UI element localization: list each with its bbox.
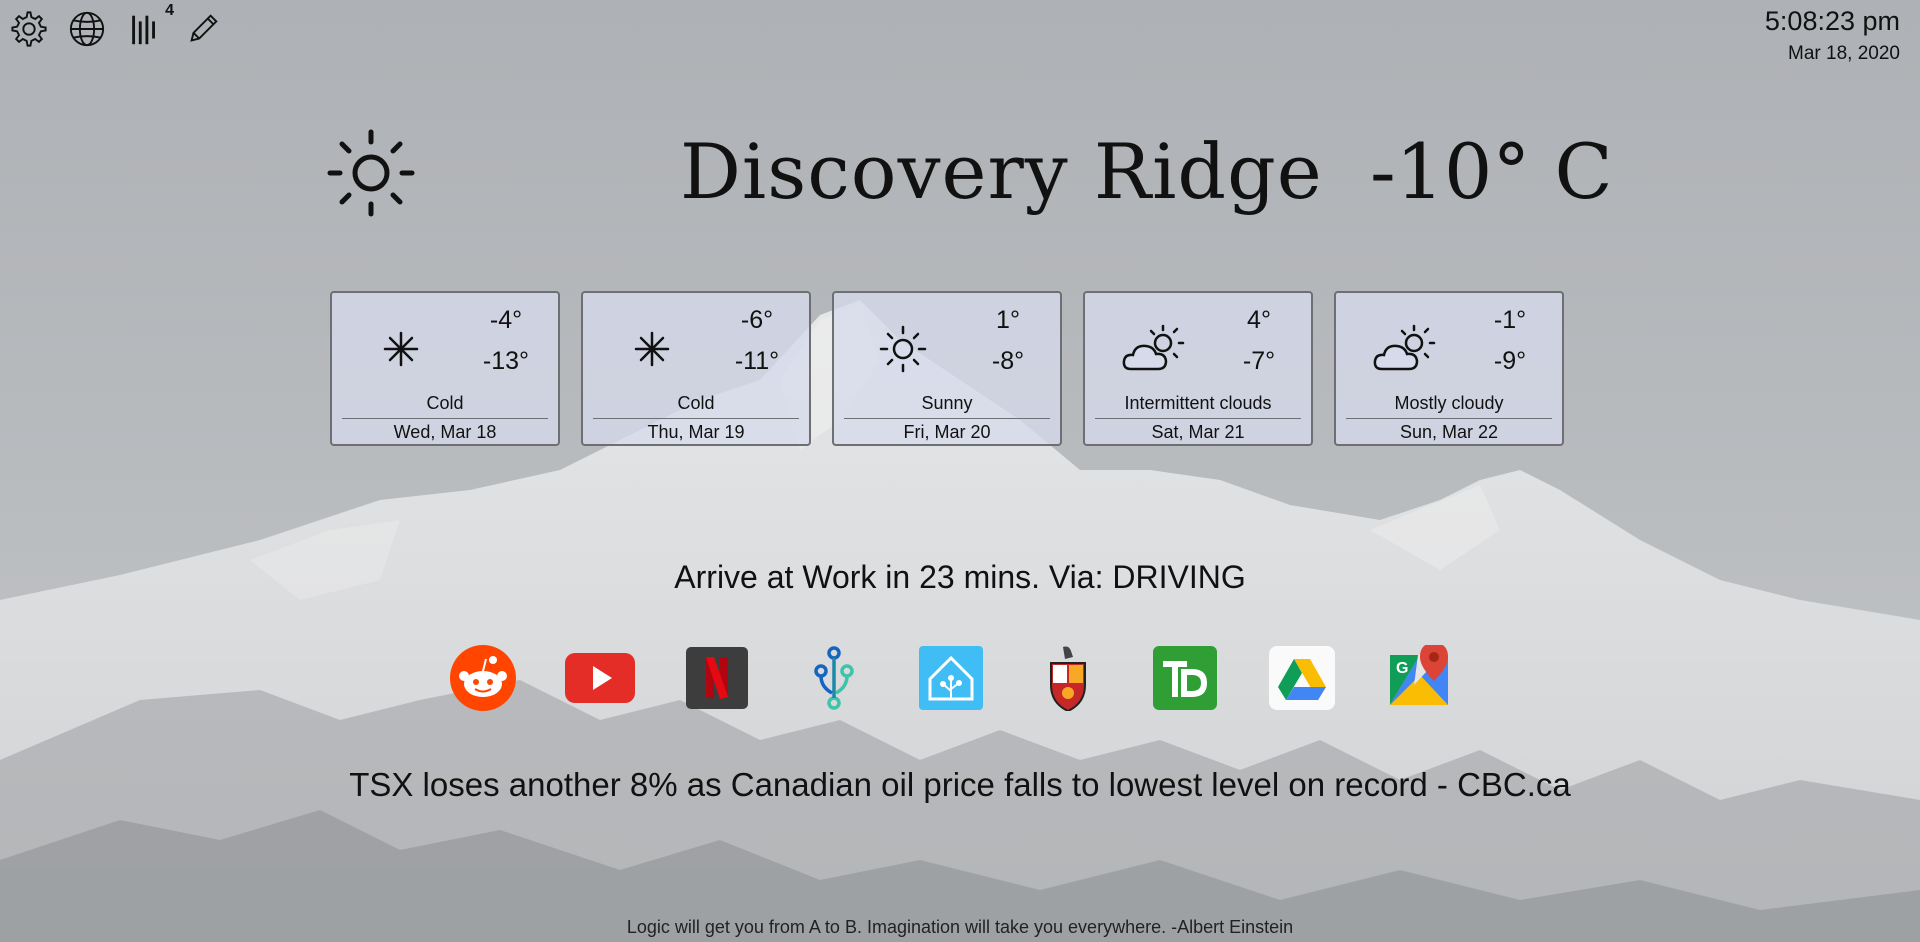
forecast-card[interactable]: -6° -11° Cold Thu, Mar 19 — [581, 291, 811, 446]
source-control-icon[interactable] — [799, 645, 869, 711]
forecast-high: 1° — [996, 306, 1020, 334]
forecast-card[interactable]: -4° -13° Cold Wed, Mar 18 — [330, 291, 560, 446]
forecast-condition: Intermittent clouds — [1095, 392, 1301, 419]
forecast-card[interactable]: 1° -8° Sunny Fri, Mar 20 — [832, 291, 1062, 446]
forecast-condition: Mostly cloudy — [1346, 392, 1552, 419]
commute-info: Arrive at Work in 23 mins. Via: DRIVING — [674, 559, 1246, 595]
google-maps-icon[interactable]: G — [1384, 645, 1454, 711]
forecast-condition: Sunny — [844, 392, 1050, 419]
clock-date: Mar 18, 2020 — [1788, 43, 1900, 64]
snowflake-icon — [383, 331, 419, 367]
forecast-low: -7° — [1242, 347, 1276, 375]
svg-text:G: G — [1396, 660, 1408, 677]
forecast-card[interactable]: 4° -7° Intermittent clouds Sat, Mar 21 — [1083, 291, 1313, 446]
home-assistant-icon[interactable] — [916, 645, 986, 711]
location-name: Discovery Ridge — [680, 127, 1323, 216]
forecast-row: -4° -13° Cold Wed, Mar 18 -6° -11° Cold … — [330, 291, 1564, 446]
shortcut-bar: G — [448, 645, 1454, 711]
forecast-day: Fri, Mar 20 — [903, 422, 991, 442]
quote-text: Logic will get you from A to B. Imaginat… — [626, 917, 1294, 937]
forecast-condition: Cold — [342, 392, 548, 419]
partly-cloudy-icon — [1122, 324, 1185, 371]
forecast-day: Sun, Mar 22 — [1399, 422, 1499, 442]
forecast-low: -8° — [991, 347, 1025, 375]
clock: 5:08:23 pm Mar 18, 2020 — [1765, 4, 1900, 68]
gear-icon[interactable] — [10, 10, 48, 48]
sun-icon — [327, 129, 415, 217]
forecast-low: -11° — [734, 347, 780, 375]
bars-badge: 4 — [165, 2, 174, 19]
news-headline[interactable]: TSX loses another 8% as Canadian oil pri… — [0, 760, 1920, 810]
partly-cloudy-icon — [1373, 324, 1436, 371]
forecast-high: 4° — [1247, 306, 1271, 334]
youtube-icon[interactable] — [565, 645, 635, 711]
bars-icon[interactable]: 4 — [126, 2, 174, 48]
forecast-low: -13° — [482, 347, 530, 375]
forecast-high: -1° — [1493, 306, 1527, 334]
netflix-icon[interactable] — [682, 645, 752, 711]
forecast-day: Thu, Mar 19 — [647, 422, 745, 442]
clock-time: 5:08:23 pm — [1764, 6, 1900, 36]
google-drive-icon[interactable] — [1267, 645, 1337, 711]
reddit-icon[interactable] — [448, 645, 518, 711]
crest-icon[interactable] — [1033, 645, 1103, 711]
snowflake-icon — [634, 331, 670, 367]
td-bank-icon[interactable] — [1150, 645, 1220, 711]
forecast-day: Sat, Mar 21 — [1151, 422, 1245, 442]
forecast-day: Wed, Mar 18 — [393, 422, 497, 442]
forecast-condition: Cold — [593, 392, 799, 419]
globe-icon[interactable] — [68, 10, 106, 48]
forecast-high: -6° — [740, 306, 774, 334]
pencil-icon[interactable] — [184, 10, 222, 48]
sun-icon — [879, 325, 927, 373]
current-temperature: -10° C — [1370, 127, 1613, 216]
forecast-high: -4° — [489, 306, 523, 334]
forecast-low: -9° — [1493, 347, 1527, 375]
topbar-icons: 4 — [10, 2, 222, 48]
forecast-card[interactable]: -1° -9° Mostly cloudy Sun, Mar 22 — [1334, 291, 1564, 446]
